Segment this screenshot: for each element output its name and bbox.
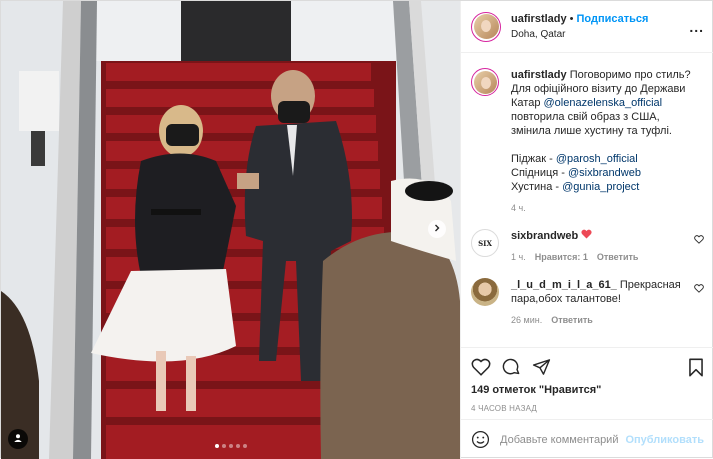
comment-item: _l_u_d_m_i_l_a_61_ Прекрасная пара,обох … xyxy=(471,278,704,325)
jacket-label: Піджак - xyxy=(511,153,556,165)
post-location[interactable]: Doha, Qatar xyxy=(511,27,648,42)
comment-likes[interactable]: Нравится: 1 xyxy=(535,252,588,262)
more-options-icon[interactable]: ... xyxy=(689,19,704,35)
caption-meta: 4 ч. xyxy=(511,203,701,213)
author-username[interactable]: uafirstlady xyxy=(511,13,567,25)
smiley-icon[interactable] xyxy=(471,430,490,449)
likes-count[interactable]: 149 отметок "Нравится" xyxy=(471,384,704,396)
publish-button[interactable]: Опубликовать xyxy=(625,434,704,446)
commenter-avatar[interactable]: SIX xyxy=(471,229,499,257)
photo-airstair-scene xyxy=(1,1,460,459)
instagram-post: uafirstlady • Подписаться Doha, Qatar ... … xyxy=(0,0,713,459)
caption-author-avatar[interactable] xyxy=(471,68,499,96)
commenter-username[interactable]: sixbrandweb xyxy=(511,230,578,242)
comment-input[interactable] xyxy=(500,433,620,446)
comment-icon[interactable] xyxy=(502,358,521,377)
post-timestamp[interactable]: 4 ЧАСОВ НАЗАД xyxy=(471,404,704,413)
comment-age[interactable]: 26 мин. xyxy=(511,315,542,325)
post-actions: 149 отметок "Нравится" 4 ЧАСОВ НАЗАД xyxy=(461,347,713,413)
commenter-avatar[interactable] xyxy=(471,278,499,306)
red-heart-emoji-icon xyxy=(581,229,592,242)
chevron-right-icon xyxy=(433,223,441,235)
post-header: uafirstlady • Подписаться Doha, Qatar ... xyxy=(461,1,713,53)
carousel-dot xyxy=(242,444,247,448)
skirt-label: Спідниця - xyxy=(511,167,569,179)
like-comment-heart-icon[interactable] xyxy=(694,284,704,296)
comment-meta: 26 мин. Ответить xyxy=(511,315,681,325)
caption: uafirstlady Поговоримо про стиль? Для оф… xyxy=(471,68,704,213)
reply-button[interactable]: Ответить xyxy=(597,252,639,262)
post-photo[interactable] xyxy=(1,1,460,459)
add-comment-bar: Опубликовать xyxy=(461,419,713,459)
caption-line2: повторила свій образ з США, змінила лише… xyxy=(511,111,672,137)
comments-section: uafirstlady Поговоримо про стиль? Для оф… xyxy=(461,54,713,347)
carousel-dot xyxy=(235,444,240,448)
carousel-dot xyxy=(221,444,226,448)
caption-username[interactable]: uafirstlady xyxy=(511,69,567,81)
carousel-dot xyxy=(214,444,219,448)
carousel-dot xyxy=(228,444,233,448)
comment-age[interactable]: 1 ч. xyxy=(511,252,526,262)
comment-meta: 1 ч. Нравится: 1 Ответить xyxy=(511,252,681,262)
author-avatar[interactable] xyxy=(471,11,501,42)
scarf-mention-link[interactable]: @gunia_project xyxy=(562,181,639,193)
reply-button[interactable]: Ответить xyxy=(551,315,593,325)
follow-button[interactable]: Подписаться xyxy=(577,13,649,25)
bookmark-icon[interactable] xyxy=(688,358,704,377)
commenter-username[interactable]: _l_u_d_m_i_l_a_61_ xyxy=(511,279,617,291)
commenter-avatar-text: SIX xyxy=(478,238,492,248)
mention-link[interactable]: @olenazelenska_official xyxy=(544,97,663,109)
caption-text: uafirstlady Поговоримо про стиль? Для оф… xyxy=(511,68,701,194)
post-sidebar: uafirstlady • Подписаться Doha, Qatar ... … xyxy=(460,1,713,459)
skirt-mention-link[interactable]: @sixbrandweb xyxy=(568,167,641,179)
paper-plane-icon[interactable] xyxy=(532,358,551,376)
like-comment-heart-icon[interactable] xyxy=(694,235,704,247)
comment-item: SIX sixbrandweb 1 ч. Нравится: 1 Ответить xyxy=(471,229,704,262)
header-separator: • xyxy=(569,12,574,25)
heart-icon[interactable] xyxy=(471,358,491,376)
next-photo-button[interactable] xyxy=(428,220,446,238)
caption-age[interactable]: 4 ч. xyxy=(511,203,526,213)
scarf-label: Хустина - xyxy=(511,181,563,193)
carousel-indicator xyxy=(1,444,460,448)
jacket-mention-link[interactable]: @parosh_official xyxy=(556,153,638,165)
